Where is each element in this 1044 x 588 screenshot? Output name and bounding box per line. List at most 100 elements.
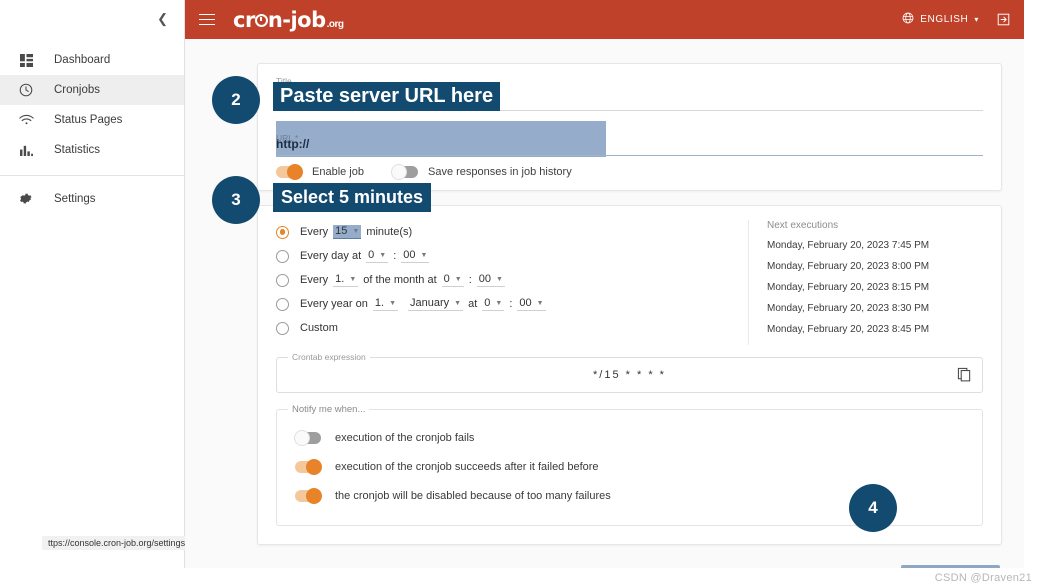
annotation-callout-select-minutes: Select 5 minutes xyxy=(273,183,432,212)
radio-every-day[interactable] xyxy=(276,249,289,263)
minutes-dropdown-value: 15 xyxy=(335,225,348,237)
url-input[interactable]: http:// xyxy=(276,133,983,156)
month-hour-value: 0 xyxy=(443,273,450,285)
chevron-down-icon: ▾ xyxy=(974,15,979,24)
save-responses-toggle[interactable] xyxy=(391,164,418,180)
hamburger-icon[interactable] xyxy=(199,13,215,26)
next-execution-item: Monday, February 20, 2023 8:30 PM xyxy=(767,303,930,314)
chevron-down-icon: ▼ xyxy=(379,251,387,259)
notify-disabled-label: the cronjob will be disabled because of … xyxy=(335,489,611,502)
option-prefix: Every xyxy=(300,274,329,286)
chevron-down-icon: ▼ xyxy=(495,299,503,307)
option-prefix: Every xyxy=(300,226,329,238)
annotation-badge-3: 3 xyxy=(212,176,260,224)
notify-disabled-toggle[interactable] xyxy=(295,487,322,504)
option-prefix: Every year on xyxy=(300,298,368,310)
month-hour-dropdown[interactable]: 0 ▼ xyxy=(441,273,464,287)
year-hour-value: 0 xyxy=(484,297,491,309)
next-execution-item: Monday, February 20, 2023 8:00 PM xyxy=(767,261,930,272)
job-toggles-row: Enable job Save responses in job history xyxy=(276,164,983,180)
save-responses-label: Save responses in job history xyxy=(428,166,572,178)
day-minute-dropdown[interactable]: 00 ▼ xyxy=(401,249,430,263)
radio-custom[interactable] xyxy=(276,321,289,335)
notify-succeeds-toggle[interactable] xyxy=(295,458,322,475)
sidebar-item-dashboard[interactable]: Dashboard xyxy=(0,45,184,75)
clock-icon xyxy=(16,82,36,98)
schedule-option-every-month[interactable]: Every 1. ▼ of the month at 0 ▼ : 00 ▼ xyxy=(276,268,734,292)
gear-icon xyxy=(16,191,36,207)
minutes-dropdown[interactable]: 15 ▼ xyxy=(333,225,362,239)
year-day-dropdown[interactable]: 1. ▼ xyxy=(372,297,398,311)
main-surface: Title URL * http:// Enable job Save resp… xyxy=(185,39,1024,568)
chevron-down-icon: ▼ xyxy=(389,299,396,307)
option-prefix: Custom xyxy=(300,322,338,334)
crontab-legend: Crontab expression xyxy=(288,352,370,362)
notify-row-succeeds: execution of the cronjob succeeds after … xyxy=(295,455,964,478)
month-minute-value: 00 xyxy=(478,273,492,285)
option-mid: of the month at xyxy=(363,274,437,286)
url-field-group: URL * http:// xyxy=(276,121,983,157)
schedule-option-every-day[interactable]: Every day at 0 ▼ : 00 ▼ xyxy=(276,244,734,268)
day-hour-dropdown[interactable]: 0 ▼ xyxy=(366,249,389,263)
browser-sidebar: ❮ Dashboard Cronjobs Status Pages Statis… xyxy=(0,0,192,568)
schedule-option-every-year[interactable]: Every year on 1. ▼ January ▼ at 0 ▼: 00… xyxy=(276,292,734,316)
logo-text-part2: n-job xyxy=(267,7,326,32)
notify-succeeds-label: execution of the cronjob succeeds after … xyxy=(335,460,599,473)
notify-legend: Notify me when... xyxy=(288,404,370,415)
dashboard-grid-icon xyxy=(16,52,36,68)
schedule-option-custom[interactable]: Custom xyxy=(276,316,734,340)
month-day-dropdown[interactable]: 1. ▼ xyxy=(333,273,359,287)
next-executions-title: Next executions xyxy=(767,220,839,231)
clock-o-icon xyxy=(254,13,268,27)
annotation-callout-paste-url: Paste server URL here xyxy=(273,82,501,111)
logout-icon[interactable] xyxy=(997,13,1010,26)
language-selector[interactable]: ENGLISH ▾ xyxy=(902,12,979,27)
day-hour-value: 0 xyxy=(368,249,375,261)
sidebar-item-statistics[interactable]: Statistics xyxy=(0,135,184,165)
year-minute-value: 00 xyxy=(519,297,532,309)
radio-every-year[interactable] xyxy=(276,297,289,311)
chevron-down-icon: ▼ xyxy=(420,251,428,259)
day-minute-value: 00 xyxy=(403,249,416,261)
app-header: cr n-job .org ENGLISH ▾ xyxy=(185,0,1024,39)
radio-every-minutes[interactable] xyxy=(276,225,289,239)
enable-job-label: Enable job xyxy=(312,166,364,178)
url-field-inner: URL * http:// xyxy=(276,133,983,156)
sidebar-item-label: Status Pages xyxy=(54,114,123,126)
schedule-option-every-minutes[interactable]: Every 15 ▼ minute(s) xyxy=(276,220,734,244)
globe-icon xyxy=(902,12,914,27)
schedule-options: Every 15 ▼ minute(s) Every day at 0 ▼: … xyxy=(276,220,748,345)
app-logo[interactable]: cr n-job .org xyxy=(233,8,344,32)
radio-every-month[interactable] xyxy=(276,273,289,287)
sidebar-item-status-pages[interactable]: Status Pages xyxy=(0,105,184,135)
bar-chart-icon xyxy=(16,142,36,158)
year-minute-dropdown[interactable]: 00 ▼ xyxy=(517,297,546,311)
annotation-badge-4: 4 xyxy=(849,484,897,532)
year-hour-dropdown[interactable]: 0 ▼ xyxy=(482,297,505,311)
month-minute-dropdown[interactable]: 00 ▼ xyxy=(476,273,505,287)
chevron-down-icon: ▼ xyxy=(454,299,462,307)
sidebar-item-label: Settings xyxy=(54,193,96,205)
option-mid: at xyxy=(468,298,478,310)
browser-status-bar: ttps://console.cron-job.org/settings xyxy=(42,536,192,550)
notify-fails-label: execution of the cronjob fails xyxy=(335,431,475,444)
month-day-value: 1. xyxy=(335,273,345,285)
year-month-dropdown[interactable]: January ▼ xyxy=(408,297,464,311)
crontab-value: */15 * * * * xyxy=(593,369,666,381)
sidebar-item-label: Statistics xyxy=(54,144,101,156)
logo-text-part1: cr xyxy=(233,7,255,32)
copy-icon[interactable] xyxy=(957,367,972,387)
notify-fails-toggle[interactable] xyxy=(294,429,321,446)
form-action-bar: TEST RUN CREATE xyxy=(257,565,1002,568)
sidebar-item-settings[interactable]: Settings xyxy=(0,184,184,214)
chevron-left-icon[interactable]: ❮ xyxy=(157,12,168,25)
crontab-expression-field[interactable]: Crontab expression */15 * * * * xyxy=(276,352,983,393)
sidebar-item-cronjobs[interactable]: Cronjobs xyxy=(0,75,184,105)
chevron-down-icon: ▼ xyxy=(496,275,503,283)
enable-job-toggle[interactable] xyxy=(276,164,303,180)
sidebar-item-label: Cronjobs xyxy=(54,84,101,96)
chevron-down-icon: ▼ xyxy=(536,299,544,307)
option-prefix: Every day at xyxy=(300,250,362,262)
url-label: URL * xyxy=(276,133,299,143)
url-value: http:// xyxy=(276,137,310,151)
